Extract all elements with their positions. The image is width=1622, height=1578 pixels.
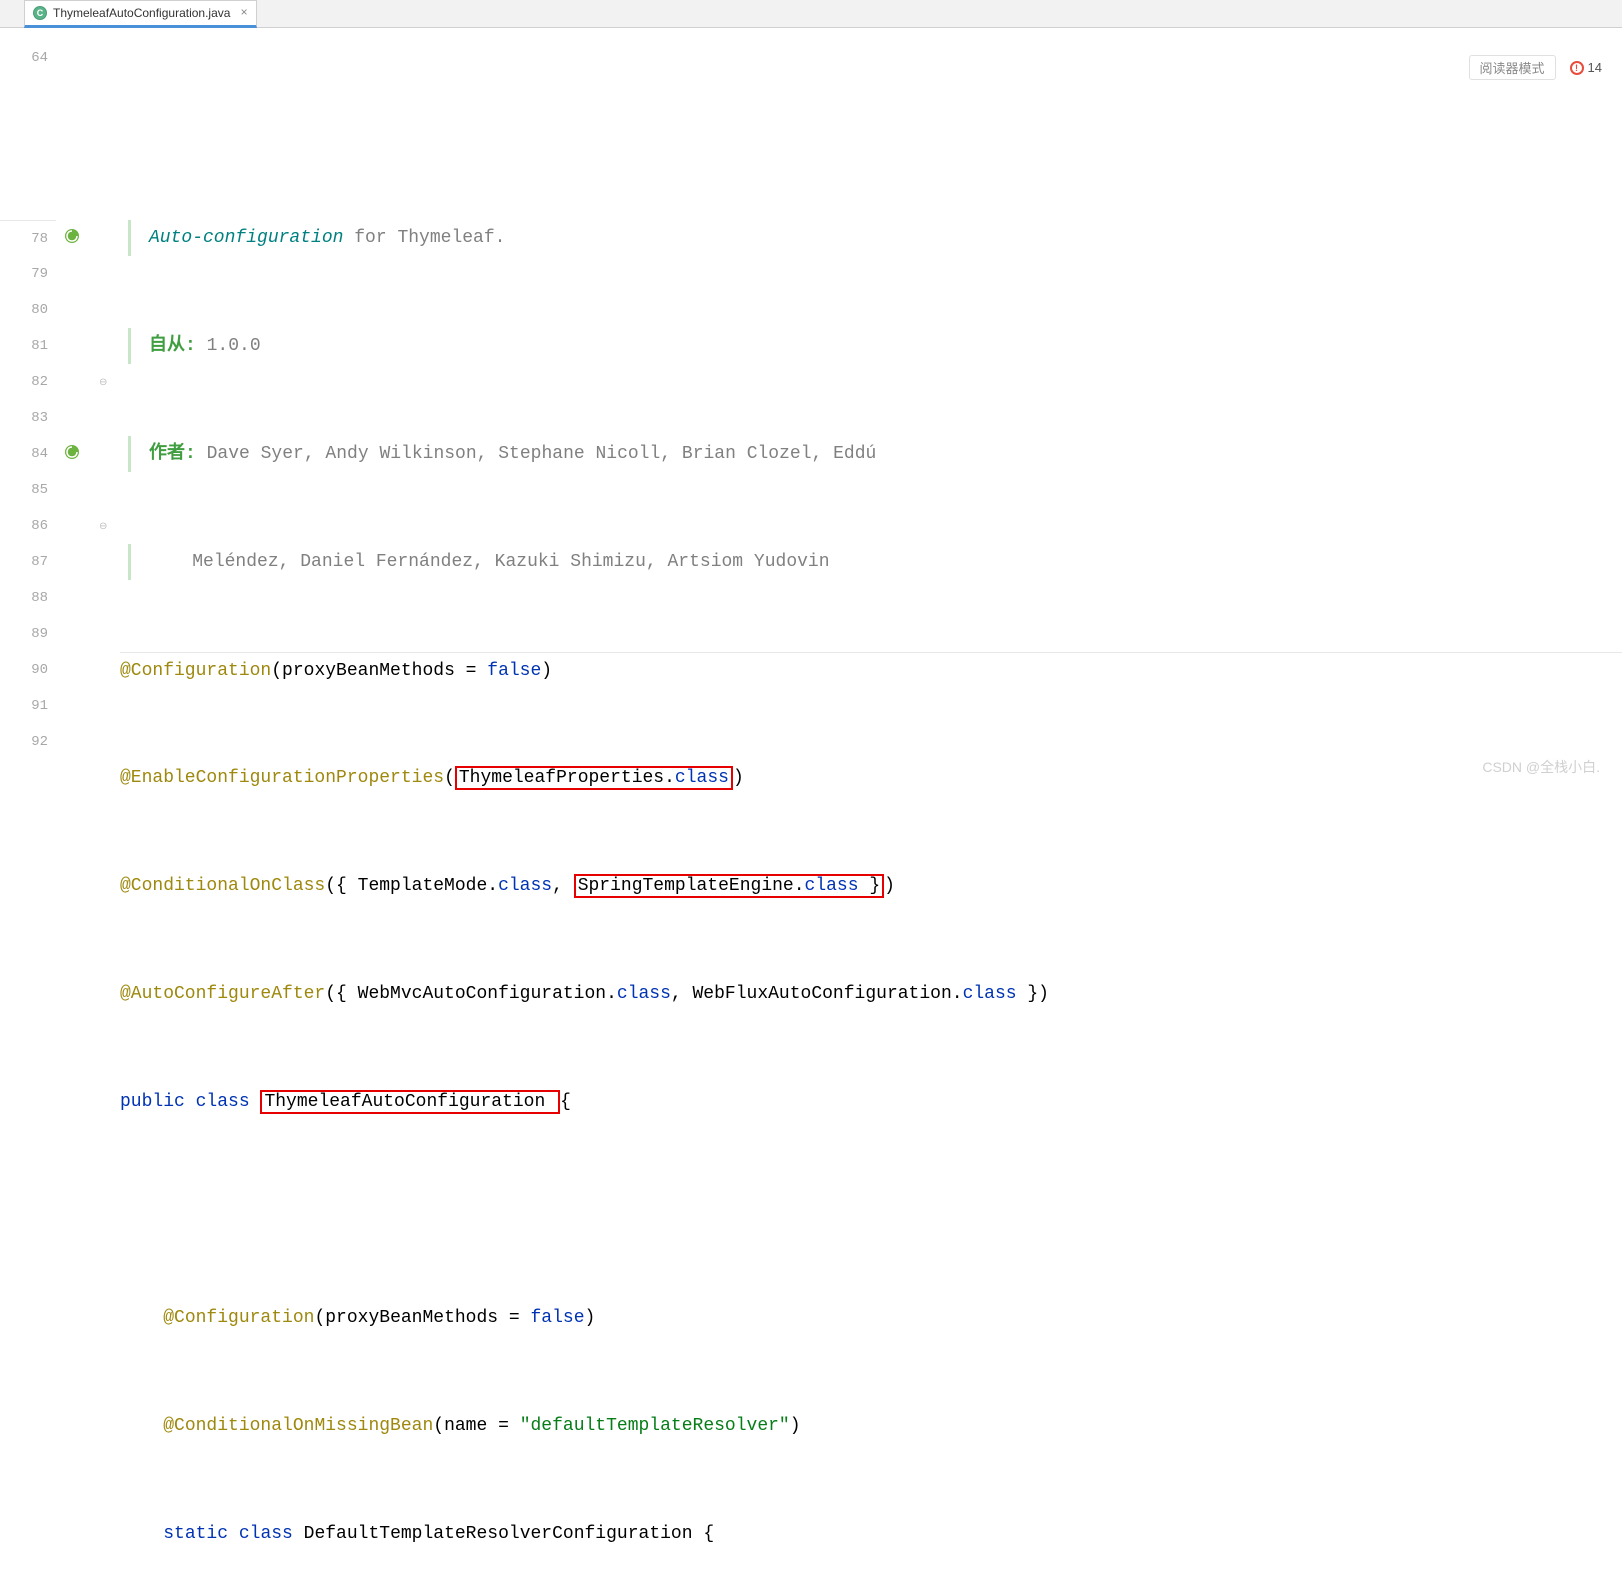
doc-tag: 自从: <box>149 336 207 356</box>
line-number-gutter: 64 78 79 80 81 82 83 84 85 86 87 88 89 9… <box>0 28 56 789</box>
code-text: ) <box>790 1416 801 1436</box>
string-literal: "defaultTemplateResolver" <box>520 1416 790 1436</box>
doc-text: Auto-configuration <box>149 228 354 248</box>
line-number[interactable]: 64 <box>0 40 56 76</box>
line-number[interactable]: 83 <box>0 400 56 436</box>
highlight-box: ThymeleafAutoConfiguration <box>260 1090 560 1114</box>
class-name: DefaultTemplateResolverConfiguration { <box>304 1524 714 1544</box>
line-number <box>0 112 56 148</box>
fold-toggle-icon[interactable]: ⊖ <box>99 377 109 387</box>
doc-tag: 作者: <box>149 444 207 464</box>
line-number <box>0 148 56 184</box>
doc-authors: Meléndez, Daniel Fernández, Kazuki Shimi… <box>192 552 829 572</box>
line-number[interactable]: 82 <box>0 364 56 400</box>
code-text: ({ TemplateMode. <box>325 876 498 896</box>
code-text: , WebFluxAutoConfiguration. <box>671 984 963 1004</box>
annotation: @ConditionalOnMissingBean <box>163 1416 433 1436</box>
code-text: ) <box>733 768 744 788</box>
marker-gutter <box>56 28 88 789</box>
tab-bar: C ThymeleafAutoConfiguration.java × <box>0 0 1622 28</box>
line-number[interactable]: 86 <box>0 508 56 544</box>
line-number[interactable]: 88 <box>0 580 56 616</box>
line-number[interactable]: 80 <box>0 292 56 328</box>
keyword: class <box>963 984 1017 1004</box>
annotation: @Configuration <box>163 1308 314 1328</box>
keyword: public <box>120 1092 196 1112</box>
keyword: static <box>163 1524 239 1544</box>
line-number <box>0 76 56 112</box>
code-text: (name = <box>433 1416 519 1436</box>
keyword: class <box>196 1092 261 1112</box>
code-text: ( <box>444 768 455 788</box>
line-number <box>0 184 56 220</box>
editor: 64 78 79 80 81 82 83 84 85 86 87 88 89 9… <box>0 28 1622 789</box>
annotation: @EnableConfigurationProperties <box>120 768 444 788</box>
code-text: (proxyBeanMethods = <box>314 1308 530 1328</box>
line-number[interactable]: 92 <box>0 724 56 760</box>
doc-authors: Dave Syer, Andy Wilkinson, Stephane Nico… <box>207 444 888 464</box>
class-file-icon: C <box>33 6 47 20</box>
fold-toggle-icon[interactable]: ⊖ <box>99 521 109 531</box>
line-number[interactable]: 78 <box>0 220 56 256</box>
editor-tab[interactable]: C ThymeleafAutoConfiguration.java × <box>24 0 257 28</box>
highlight-box: ThymeleafProperties.class <box>455 766 733 790</box>
code-text: ) <box>585 1308 596 1328</box>
doc-text: Thymeleaf. <box>387 228 506 248</box>
line-number[interactable]: 85 <box>0 472 56 508</box>
line-number[interactable]: 91 <box>0 688 56 724</box>
annotation: @ConditionalOnClass <box>120 876 325 896</box>
code-text: ) <box>541 661 552 681</box>
code-text: }) <box>1017 984 1049 1004</box>
code-text: , <box>552 876 574 896</box>
line-number[interactable]: 90 <box>0 652 56 688</box>
annotation: @AutoConfigureAfter <box>120 984 325 1004</box>
line-number[interactable]: 81 <box>0 328 56 364</box>
code-text: (proxyBeanMethods = <box>271 661 487 681</box>
code-area[interactable]: Auto-configuration for Thymeleaf. 自从: 1.… <box>120 28 1622 789</box>
code-text: ({ WebMvcAutoConfiguration. <box>325 984 617 1004</box>
fold-gutter: ⊖ ⊖ <box>88 28 120 789</box>
keyword: false <box>531 1308 585 1328</box>
line-number[interactable]: 84 <box>0 436 56 472</box>
spring-bean-icon[interactable] <box>64 228 80 249</box>
doc-since: 1.0.0 <box>207 336 261 356</box>
line-number[interactable]: 89 <box>0 616 56 652</box>
keyword: class <box>239 1524 304 1544</box>
close-icon[interactable]: × <box>240 6 247 20</box>
annotation: @Configuration <box>120 661 271 681</box>
spring-bean-icon[interactable] <box>64 444 80 465</box>
doc-text: for <box>354 228 386 248</box>
code-text: ) <box>884 876 895 896</box>
line-number[interactable]: 87 <box>0 544 56 580</box>
keyword: class <box>617 984 671 1004</box>
keyword: false <box>487 661 541 681</box>
highlight-box: SpringTemplateEngine.class } <box>574 874 884 898</box>
watermark: CSDN @全栈小白. <box>1482 757 1600 777</box>
code-text: { <box>560 1092 571 1112</box>
keyword: class <box>498 876 552 896</box>
line-number[interactable]: 79 <box>0 256 56 292</box>
tab-filename: ThymeleafAutoConfiguration.java <box>53 6 230 20</box>
